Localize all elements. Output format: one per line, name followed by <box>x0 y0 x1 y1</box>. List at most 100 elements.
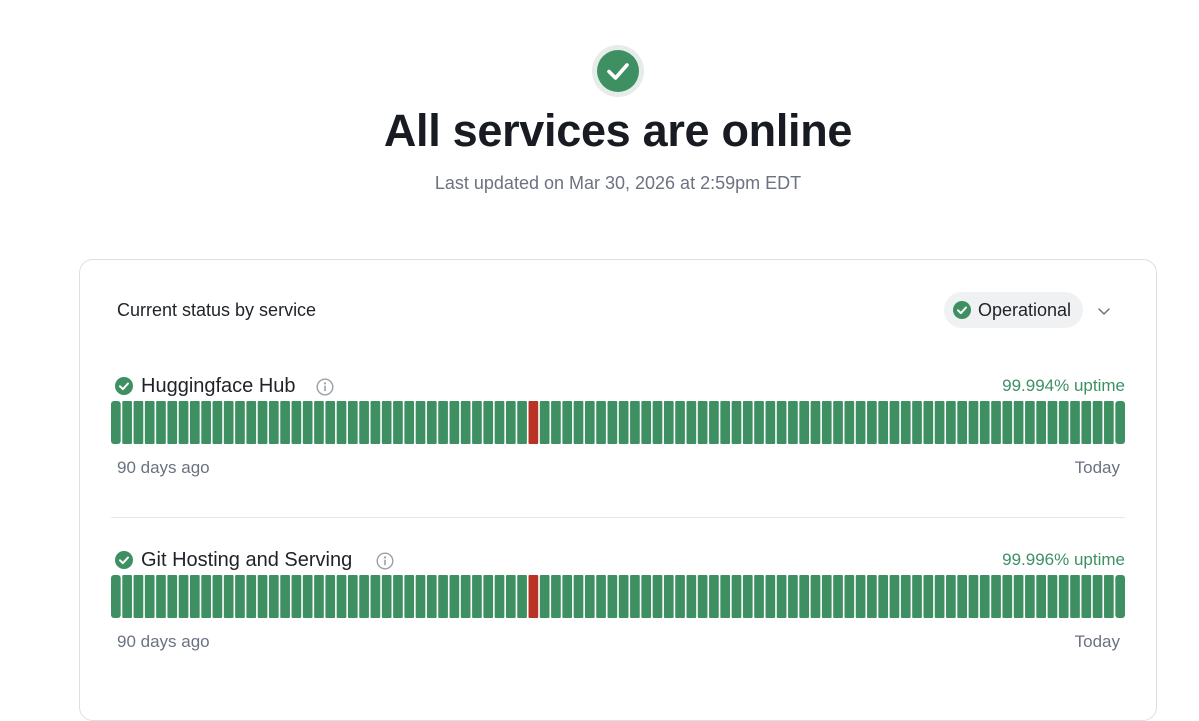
uptime-day-bar[interactable] <box>122 575 132 618</box>
uptime-day-bar[interactable] <box>1081 401 1092 444</box>
uptime-day-bar[interactable] <box>302 575 313 618</box>
uptime-day-bar[interactable] <box>641 401 652 444</box>
uptime-day-bar[interactable] <box>314 575 324 618</box>
uptime-day-bar[interactable] <box>991 401 1001 444</box>
uptime-day-bar[interactable] <box>156 575 166 618</box>
uptime-day-bar[interactable] <box>867 401 877 444</box>
uptime-day-bar[interactable] <box>314 401 324 444</box>
uptime-day-bar[interactable] <box>1058 401 1069 444</box>
uptime-day-bar[interactable] <box>821 575 832 618</box>
uptime-day-bar[interactable] <box>675 575 685 618</box>
uptime-day-bar[interactable] <box>867 575 877 618</box>
uptime-day-bar[interactable] <box>663 401 674 444</box>
uptime-day-bar[interactable] <box>855 401 866 444</box>
uptime-day-bar[interactable] <box>618 575 629 618</box>
uptime-day-bar[interactable] <box>776 401 787 444</box>
chevron-down-icon[interactable] <box>1096 303 1112 319</box>
uptime-day-bar[interactable] <box>517 575 527 618</box>
uptime-day-bar[interactable] <box>494 575 505 618</box>
uptime-day-bar[interactable] <box>189 575 200 618</box>
uptime-day-bar[interactable] <box>686 575 697 618</box>
uptime-day-bar[interactable] <box>122 401 132 444</box>
uptime-day-bar[interactable] <box>934 401 945 444</box>
uptime-day-bar[interactable] <box>878 575 889 618</box>
uptime-day-bar[interactable] <box>325 401 336 444</box>
uptime-day-bar[interactable] <box>551 575 561 618</box>
uptime-day-bar[interactable] <box>697 575 708 618</box>
uptime-day-bar[interactable] <box>607 575 618 618</box>
uptime-day-bar[interactable] <box>720 401 731 444</box>
uptime-day-bar[interactable] <box>878 401 889 444</box>
uptime-day-bar[interactable] <box>596 401 606 444</box>
uptime-day-bar[interactable] <box>539 401 550 444</box>
uptime-day-bar[interactable] <box>291 575 302 618</box>
uptime-day-bar[interactable] <box>302 401 313 444</box>
uptime-day-bar[interactable] <box>1002 401 1013 444</box>
uptime-day-bar[interactable] <box>1092 575 1103 618</box>
uptime-day-bar[interactable] <box>1081 575 1092 618</box>
uptime-day-bar[interactable] <box>223 401 234 444</box>
uptime-day-bar[interactable] <box>1058 575 1069 618</box>
uptime-day-bar[interactable] <box>426 401 437 444</box>
uptime-day-bar[interactable] <box>641 575 652 618</box>
uptime-day-bar[interactable] <box>709 575 719 618</box>
uptime-day-bar-outage[interactable] <box>528 575 539 618</box>
uptime-day-bar[interactable] <box>934 575 945 618</box>
uptime-day-bar[interactable] <box>517 401 527 444</box>
uptime-day-bar[interactable] <box>268 575 279 618</box>
uptime-day-bar[interactable] <box>765 575 776 618</box>
uptime-day-bar[interactable] <box>731 401 742 444</box>
uptime-day-bar[interactable] <box>979 401 990 444</box>
uptime-day-bar[interactable] <box>968 401 979 444</box>
uptime-day-bar[interactable] <box>280 575 290 618</box>
uptime-day-bar[interactable] <box>1013 575 1024 618</box>
uptime-day-bar[interactable] <box>212 575 223 618</box>
uptime-day-bar[interactable] <box>788 575 798 618</box>
uptime-day-bar[interactable] <box>630 575 640 618</box>
uptime-day-bar[interactable] <box>156 401 166 444</box>
uptime-day-bar[interactable] <box>1070 401 1080 444</box>
uptime-day-bar[interactable] <box>178 575 189 618</box>
uptime-day-bar[interactable] <box>404 575 415 618</box>
uptime-day-bar[interactable] <box>212 401 223 444</box>
uptime-day-bar[interactable] <box>133 575 144 618</box>
uptime-day-bar[interactable] <box>923 575 934 618</box>
uptime-day-bar[interactable] <box>404 401 415 444</box>
uptime-day-bar[interactable] <box>359 401 369 444</box>
uptime-day-bar[interactable] <box>235 575 245 618</box>
uptime-day-bar[interactable] <box>539 575 550 618</box>
uptime-day-bar[interactable] <box>201 575 211 618</box>
uptime-day-bar[interactable] <box>923 401 934 444</box>
uptime-day-bar[interactable] <box>607 401 618 444</box>
uptime-day-bar[interactable] <box>1036 401 1046 444</box>
uptime-day-bar[interactable] <box>686 401 697 444</box>
uptime-day-bar[interactable] <box>1036 575 1046 618</box>
uptime-day-bar[interactable] <box>1115 575 1125 618</box>
info-icon[interactable] <box>376 552 394 570</box>
uptime-day-bar[interactable] <box>731 575 742 618</box>
uptime-day-bar[interactable] <box>347 401 358 444</box>
uptime-day-bar[interactable] <box>167 401 178 444</box>
uptime-day-bar[interactable] <box>720 575 731 618</box>
uptime-day-bar[interactable] <box>370 401 381 444</box>
uptime-day-bar[interactable] <box>1002 575 1013 618</box>
uptime-day-bar[interactable] <box>494 401 505 444</box>
uptime-day-bar[interactable] <box>596 575 606 618</box>
uptime-day-bar[interactable] <box>912 401 922 444</box>
uptime-day-bar[interactable] <box>630 401 640 444</box>
uptime-day-bar[interactable] <box>393 575 403 618</box>
uptime-day-bar[interactable] <box>438 401 448 444</box>
uptime-day-bar[interactable] <box>957 575 968 618</box>
uptime-day-bar[interactable] <box>844 401 855 444</box>
uptime-day-bar[interactable] <box>573 575 584 618</box>
uptime-day-bar[interactable] <box>246 401 257 444</box>
uptime-day-bar[interactable] <box>1070 575 1080 618</box>
uptime-day-bar[interactable] <box>268 401 279 444</box>
uptime-day-bar[interactable] <box>709 401 719 444</box>
uptime-day-bar[interactable] <box>810 401 821 444</box>
uptime-day-bar[interactable] <box>742 401 753 444</box>
uptime-day-bar[interactable] <box>381 575 392 618</box>
uptime-day-bar[interactable] <box>133 401 144 444</box>
uptime-day-bar[interactable] <box>505 575 516 618</box>
uptime-day-bar[interactable] <box>799 575 810 618</box>
